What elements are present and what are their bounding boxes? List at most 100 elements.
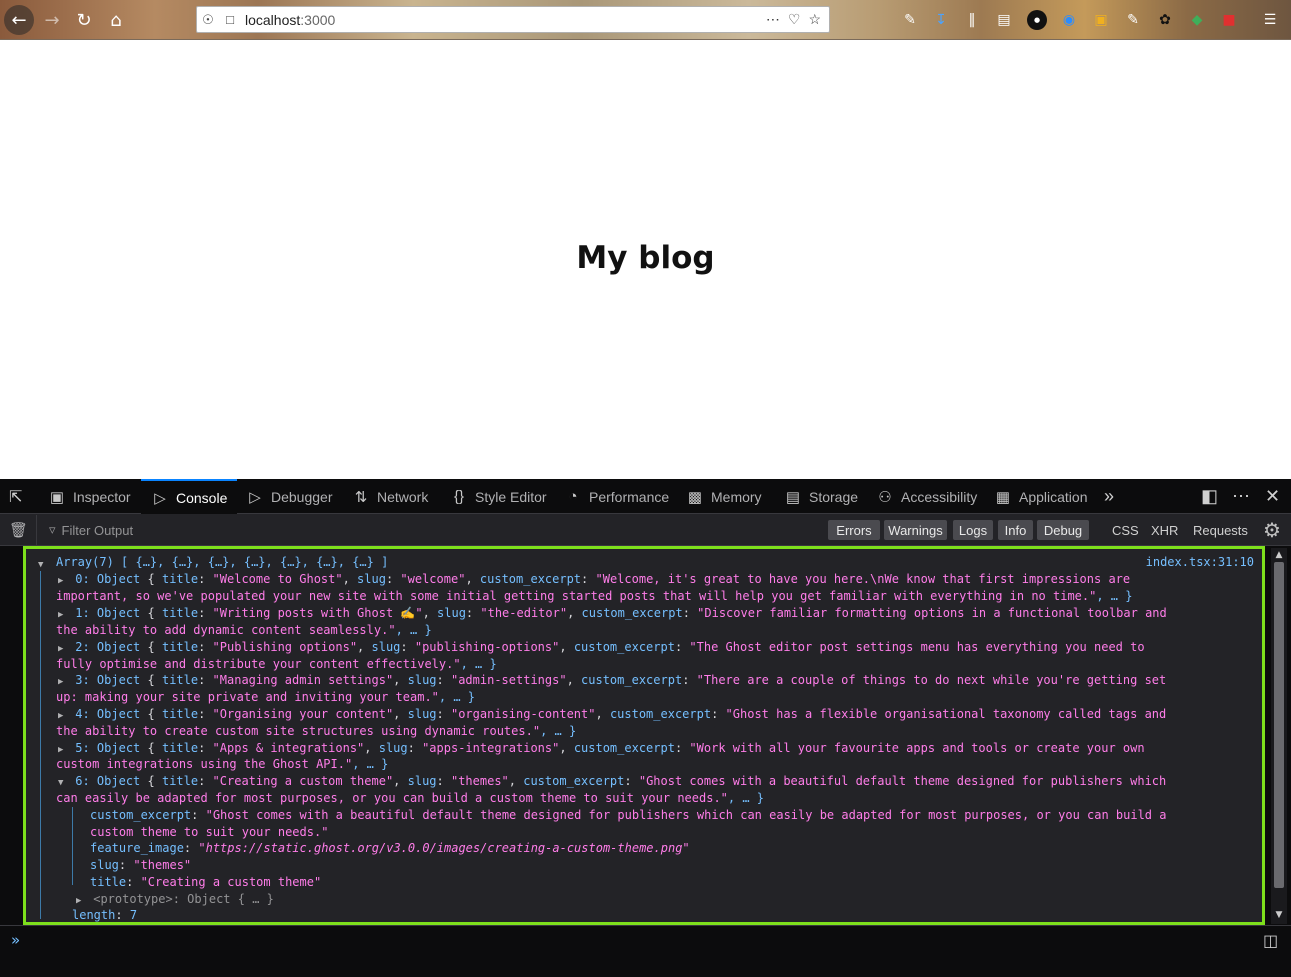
filter-logs-button[interactable]: Logs (953, 520, 993, 540)
extension-red-icon[interactable]: ■ (1219, 10, 1239, 30)
close-icon: ✕ (1265, 486, 1281, 506)
more-tabs-button[interactable]: » (1104, 479, 1114, 514)
extension-twd-icon[interactable]: ● (1027, 10, 1047, 30)
list-item[interactable]: ▶ 2: Object { title: "Publishing options… (58, 639, 1145, 658)
object-label: Object (96, 774, 141, 788)
filter-icon: ▿ (49, 522, 56, 537)
filter-xhr-button[interactable]: XHR (1151, 520, 1178, 540)
library-icon[interactable]: ‖ (962, 10, 982, 30)
excerpt-value: "Ghost has a flexible organisational tax… (725, 707, 1167, 721)
element-picker-icon[interactable]: ⇱ (9, 487, 22, 507)
close-devtools-button[interactable]: ✕ (1265, 479, 1280, 514)
extension-globe-icon[interactable]: ◉ (1059, 10, 1079, 30)
scroll-down-icon[interactable]: ▼ (1271, 910, 1287, 920)
dock-toggle-button[interactable]: ◧ (1201, 479, 1218, 514)
property-custom-excerpt-cont: custom theme to suit your needs." (90, 824, 328, 841)
tab-inspector[interactable]: ▣ Inspector (48, 479, 131, 514)
slug-key: slug (371, 640, 401, 654)
title-key: title (161, 741, 199, 755)
shield-icon[interactable]: ☉ (197, 12, 219, 28)
page-info-icon[interactable]: □ (219, 12, 241, 27)
list-item-continuation: custom integrations using the Ghost API.… (56, 756, 388, 773)
bookmark-star-icon[interactable]: ☆ (808, 11, 821, 28)
filter-input[interactable]: ▿ Filter Output (36, 515, 816, 545)
devtools-tab-bar: ⇱ ▣ Inspector ▷ Console ▷ Debugger ⇅ Net… (0, 479, 1291, 514)
filter-errors-button[interactable]: Errors (828, 520, 880, 540)
back-button[interactable]: ← (4, 5, 34, 35)
slug-value: "the-editor" (480, 606, 568, 620)
list-item-expanded[interactable]: ▼ 6: Object { title: "Creating a custom … (58, 773, 1166, 792)
dock-icon: ◧ (1201, 486, 1219, 506)
pen-icon[interactable]: ✎ (900, 10, 920, 30)
list-item[interactable]: ▶ 3: Object { title: "Managing admin set… (58, 672, 1166, 691)
extension-map-icon[interactable]: ◆ (1187, 10, 1207, 30)
tab-style-editor[interactable]: {} Style Editor (450, 479, 547, 514)
home-button[interactable]: ⌂ (102, 6, 130, 34)
property-value: "themes" (133, 858, 192, 872)
url-bar[interactable]: ☉ □ localhost:3000 ⋯ ♡ ☆ (196, 6, 830, 33)
filter-css-button[interactable]: CSS (1112, 520, 1139, 540)
excerpt-key: custom_excerpt (581, 673, 683, 687)
trash-icon[interactable]: 🗑 (9, 521, 28, 539)
property-value[interactable]: "https://static.ghost.org/v3.0.0/images/… (198, 841, 689, 855)
reload-button[interactable]: ↻ (70, 6, 98, 34)
page-actions-icon[interactable]: ⋯ (766, 11, 780, 28)
filter-info-button[interactable]: Info (998, 520, 1033, 540)
console-input[interactable]: » ◫ (0, 925, 1291, 977)
list-item-continuation: can easily be adapted for most purposes,… (56, 790, 764, 807)
filter-warnings-button[interactable]: Warnings (884, 520, 947, 540)
property-custom-excerpt: custom_excerpt: "Ghost comes with a beau… (90, 808, 1167, 822)
pocket-icon[interactable]: ♡ (788, 11, 801, 28)
property-key: slug (90, 858, 119, 872)
array-header[interactable]: Array(7) [ {…}, {…}, {…}, {…}, {…}, {…},… (56, 554, 388, 571)
tree-guide (72, 807, 73, 885)
extension-box-icon[interactable]: ▣ (1091, 10, 1111, 30)
title-value: "Welcome to Ghost" (212, 572, 343, 586)
tab-label: Debugger (271, 488, 333, 505)
list-item[interactable]: ▶ 1: Object { title: "Writing posts with… (58, 605, 1167, 624)
tab-performance[interactable]: ◔ Performance (564, 479, 669, 514)
property-feature-image: feature_image: "https://static.ghost.org… (90, 841, 690, 855)
tab-network[interactable]: ⇅ Network (352, 479, 429, 514)
download-icon[interactable]: ↧ (931, 10, 951, 30)
excerpt-value-cont: fully optimise and distribute your conte… (56, 657, 461, 671)
log-source-link[interactable]: index.tsx:31:10 (1146, 554, 1254, 571)
scrollbar-thumb[interactable] (1274, 562, 1284, 888)
filter-debug-button[interactable]: Debug (1037, 520, 1089, 540)
arrow-right-icon: → (44, 9, 60, 31)
url-text[interactable]: localhost:3000 (245, 12, 335, 28)
tab-console[interactable]: ▷ Console (141, 479, 238, 514)
scroll-up-icon[interactable]: ▲ (1271, 550, 1287, 560)
excerpt-key: custom_excerpt (573, 741, 675, 755)
item-tail: , … } (352, 757, 389, 771)
console-scrollbar[interactable]: ▲ ▼ (1271, 548, 1287, 924)
slug-key: slug (407, 707, 437, 721)
double-chevron-right-icon: » (1104, 486, 1115, 506)
gear-icon[interactable]: ⚙ (1263, 518, 1281, 543)
extension-notes-icon[interactable]: ✎ (1123, 10, 1143, 30)
filter-placeholder: Filter Output (61, 522, 134, 538)
excerpt-value-cont: the ability to add dynamic content seaml… (56, 623, 396, 637)
list-item[interactable]: ▶ 0: Object { title: "Welcome to Ghost",… (58, 571, 1130, 590)
list-item[interactable]: ▶ 4: Object { title: "Organising your co… (58, 706, 1166, 725)
filter-requests-button[interactable]: Requests (1193, 520, 1248, 540)
devtools-menu-button[interactable]: ⋯ (1232, 479, 1250, 514)
tab-application[interactable]: ▦ Application (994, 479, 1088, 514)
title-value: "Creating a custom theme" (212, 774, 394, 788)
split-console-icon[interactable]: ◫ (1263, 931, 1278, 950)
excerpt-value: "The Ghost editor post settings menu has… (689, 640, 1145, 654)
slug-key: slug (407, 673, 437, 687)
tab-accessibility[interactable]: ⚇ Accessibility (876, 479, 977, 514)
list-item-continuation: up: making your site private and invitin… (56, 689, 475, 706)
slug-key: slug (378, 741, 408, 755)
hamburger-menu-icon[interactable]: ☰ (1260, 10, 1280, 30)
tab-debugger[interactable]: ▷ Debugger (246, 479, 333, 514)
extension-paw-icon[interactable]: ✿ (1155, 10, 1175, 30)
forward-button[interactable]: → (38, 6, 66, 34)
excerpt-value-cont: important, so we've populated your new s… (56, 589, 1097, 603)
object-label: Object (96, 640, 141, 654)
tab-storage[interactable]: ▤ Storage (784, 479, 858, 514)
reader-icon[interactable]: ▤ (994, 10, 1014, 30)
tab-memory[interactable]: ▩ Memory (686, 479, 762, 514)
title-value: "Managing admin settings" (212, 673, 394, 687)
